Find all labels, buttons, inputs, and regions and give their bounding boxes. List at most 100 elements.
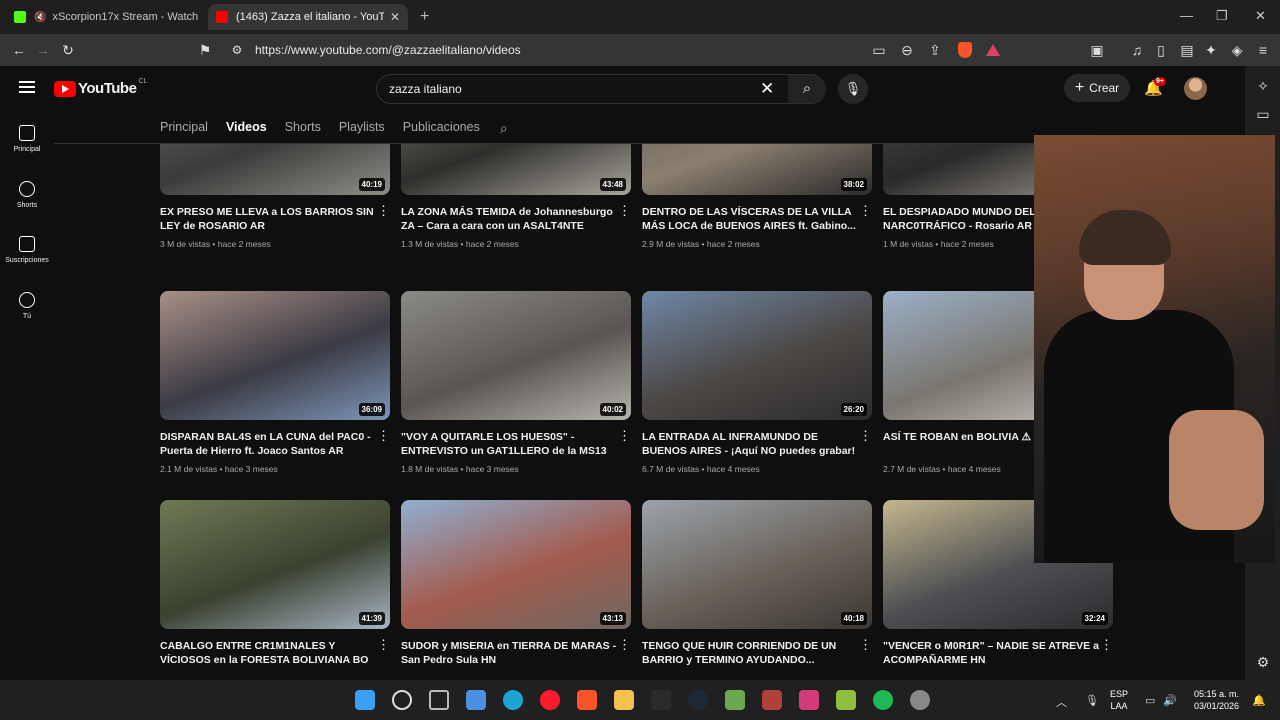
create-button[interactable]: + Crear	[1064, 74, 1130, 102]
browser-tab-youtube[interactable]: (1463) Zazza el italiano - YouTube ✕	[208, 4, 408, 30]
close-tab-icon[interactable]: ✕	[390, 10, 400, 24]
video-card[interactable]: 41:39 CABALGO ENTRE CR1M1NALES Y VÍCIOSOS…	[160, 500, 390, 667]
spotify-icon[interactable]	[873, 690, 893, 710]
video-title[interactable]: SUDOR y MISERIA en TIERRA DE MARAS - San…	[401, 639, 617, 667]
video-card[interactable]: 40:02 "VOY A QUITARLE LOS HUES0S" - ENTRE…	[401, 291, 631, 474]
store-icon[interactable]	[466, 690, 486, 710]
epic-games-icon[interactable]	[651, 690, 671, 710]
media-icon[interactable]: ♫	[1128, 42, 1146, 60]
sidebar-icon[interactable]: ▯	[1152, 42, 1170, 60]
video-title[interactable]: "VOY A QUITARLE LOS HUES0S" - ENTREVISTO…	[401, 430, 617, 458]
leo-icon[interactable]: ✦	[1202, 42, 1220, 60]
minimize-icon[interactable]: —	[1180, 8, 1193, 23]
video-card[interactable]: 40:18 TENGO QUE HUIR CORRIENDO DE UN BARR…	[642, 500, 872, 667]
video-title[interactable]: EX PRESO ME LLEVA a LOS BARRIOS SIN LEY …	[160, 205, 376, 233]
brave-rewards-icon[interactable]	[986, 44, 1000, 56]
more-actions-icon[interactable]: ⋮	[859, 204, 872, 217]
video-card[interactable]: 38:02 DENTRO DE LAS VÍSCERAS DE LA VILLA …	[642, 144, 872, 249]
youtube-logo[interactable]: YouTube CL	[54, 78, 147, 97]
tab-videos[interactable]: Videos	[226, 120, 267, 137]
language-indicator[interactable]: ESP LAA	[1110, 688, 1128, 712]
notifications-icon[interactable]: 🔔	[1252, 694, 1266, 707]
video-thumbnail[interactable]: 40:18	[642, 500, 872, 629]
more-actions-icon[interactable]: ⋮	[377, 429, 390, 442]
video-card[interactable]: 43:13 SUDOR y MISERIA en TIERRA DE MARAS …	[401, 500, 631, 667]
voice-search-icon[interactable]: 🎙	[838, 74, 868, 104]
game3-icon[interactable]	[836, 690, 856, 710]
wallet-icon[interactable]: ▤	[1178, 42, 1196, 60]
sidebar-settings-icon[interactable]: ⚙	[1254, 654, 1272, 672]
more-actions-icon[interactable]: ⋮	[1100, 638, 1113, 651]
minecraft-icon[interactable]	[725, 690, 745, 710]
reload-icon[interactable]: ↻	[59, 42, 77, 60]
folder-icon[interactable]	[614, 690, 634, 710]
search-icon[interactable]	[392, 690, 412, 710]
avatar[interactable]	[1184, 77, 1207, 100]
video-thumbnail[interactable]: 43:13	[401, 500, 631, 629]
more-actions-icon[interactable]: ⋮	[618, 429, 631, 442]
video-title[interactable]: DENTRO DE LAS VÍSCERAS DE LA VILLA MÁS L…	[642, 205, 858, 233]
share-icon[interactable]: ⇪	[926, 42, 944, 60]
sidebar-item-you[interactable]: Tú	[0, 292, 54, 320]
sidebar-item-subscriptions[interactable]: Suscripciones	[0, 236, 54, 264]
video-thumbnail[interactable]: 38:02	[642, 144, 872, 195]
leo-sidebar-icon[interactable]: ✧	[1254, 78, 1272, 96]
zoom-icon[interactable]: ⊖	[898, 42, 916, 60]
game-icon[interactable]	[762, 690, 782, 710]
channel-search-icon[interactable]: ⌕	[500, 120, 508, 137]
network-icon[interactable]: ▭	[1145, 694, 1155, 707]
video-thumbnail[interactable]: 41:39	[160, 500, 390, 629]
video-thumbnail[interactable]: 43:48	[401, 144, 631, 195]
more-actions-icon[interactable]: ⋮	[859, 638, 872, 651]
more-actions-icon[interactable]: ⋮	[618, 204, 631, 217]
task-view-icon[interactable]	[429, 690, 449, 710]
site-settings-icon[interactable]: ⚙	[228, 42, 246, 60]
opera-icon[interactable]	[540, 690, 560, 710]
more-actions-icon[interactable]: ⋮	[618, 638, 631, 651]
brave-icon[interactable]	[577, 690, 597, 710]
volume-icon[interactable]: 🔊	[1163, 694, 1177, 707]
video-title[interactable]: LA ENTRADA AL INFRAMUNDO DE BUENOS AIRES…	[642, 430, 858, 458]
video-title[interactable]: CABALGO ENTRE CR1M1NALES Y VÍCIOSOS en l…	[160, 639, 376, 667]
brave-shields-icon[interactable]	[958, 42, 972, 58]
steam-icon[interactable]	[688, 690, 708, 710]
search-input[interactable]: zazza italiano	[389, 82, 462, 96]
sidebar-item-shorts[interactable]: Shorts	[0, 181, 54, 209]
cast-icon[interactable]: ▭	[870, 42, 888, 60]
video-card[interactable]: 26:20 LA ENTRADA AL INFRAMUNDO DE BUENOS …	[642, 291, 872, 474]
video-title[interactable]: TENGO QUE HUIR CORRIENDO DE UN BARRIO y …	[642, 639, 858, 667]
tab-shorts[interactable]: Shorts	[285, 120, 321, 137]
clock[interactable]: 05:15 a. m. 03/01/2026	[1194, 688, 1239, 712]
vpn-icon[interactable]: ◈	[1228, 42, 1246, 60]
tray-chevron-icon[interactable]: ︿	[1056, 694, 1067, 710]
close-window-icon[interactable]: ✕	[1255, 8, 1266, 24]
more-actions-icon[interactable]: ⋮	[377, 204, 390, 217]
sidebar-item-principal[interactable]: Principal	[0, 125, 54, 153]
video-title[interactable]: DISPARAN BAL4S en LA CUNA del PAC0 - Pue…	[160, 430, 376, 458]
tab-publicaciones[interactable]: Publicaciones	[403, 120, 480, 137]
muted-icon[interactable]: 🔇	[34, 12, 46, 23]
forward-icon[interactable]: →	[34, 42, 52, 60]
game2-icon[interactable]	[799, 690, 819, 710]
edge-icon[interactable]	[503, 690, 523, 710]
windows-start-icon[interactable]	[355, 690, 375, 710]
video-title[interactable]: LA ZONA MÁS TEMIDA de Johannesburgo ZA –…	[401, 205, 617, 233]
bookmark-icon[interactable]: ⚑	[196, 42, 214, 60]
app-icon[interactable]	[910, 690, 930, 710]
maximize-icon[interactable]: ❐	[1216, 8, 1228, 24]
reading-list-icon[interactable]: ▭	[1254, 106, 1272, 124]
clear-search-icon[interactable]: ✕	[760, 79, 774, 99]
search-box[interactable]: zazza italiano ✕ ⌕	[376, 74, 826, 104]
browser-tab-kick[interactable]: 🔇 xScorpion17x Stream - Watch Live	[6, 4, 206, 30]
back-icon[interactable]: ←	[10, 42, 28, 60]
menu-icon[interactable]: ≡	[1254, 42, 1272, 60]
microphone-icon[interactable]: 🎙	[1085, 694, 1099, 707]
screenshot-icon[interactable]: ▣	[1088, 42, 1106, 60]
video-thumbnail[interactable]: 40:02	[401, 291, 631, 420]
video-thumbnail[interactable]: 36:09	[160, 291, 390, 420]
more-actions-icon[interactable]: ⋮	[859, 429, 872, 442]
address-bar[interactable]: https://www.youtube.com/@zazzaelitaliano…	[255, 43, 521, 57]
video-thumbnail[interactable]: 40:19	[160, 144, 390, 195]
search-button[interactable]: ⌕	[788, 75, 826, 103]
video-card[interactable]: 40:19 EX PRESO ME LLEVA a LOS BARRIOS SIN…	[160, 144, 390, 249]
